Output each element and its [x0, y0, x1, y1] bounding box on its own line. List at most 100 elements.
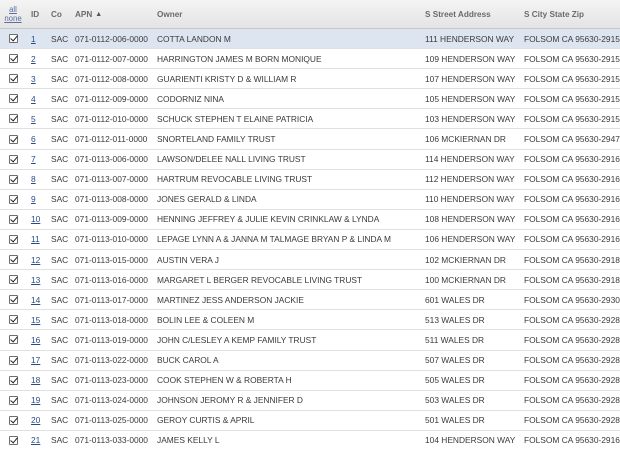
- row-checkbox[interactable]: [8, 415, 18, 425]
- row-id-link[interactable]: 12: [31, 255, 40, 265]
- table-row[interactable]: 16 SAC 071-0113-019-0000 JOHN C/LESLEY A KE…: [0, 330, 620, 351]
- row-id-link[interactable]: 11: [31, 234, 40, 244]
- table-row[interactable]: 1 SAC 071-0112-006-0000 COTTA LANDON M 111 H…: [0, 29, 620, 50]
- row-id-link[interactable]: 1: [31, 34, 36, 44]
- table-row[interactable]: 10 SAC 071-0113-009-0000 HENNING JEFFREY & …: [0, 209, 620, 230]
- row-id-link[interactable]: 14: [31, 295, 40, 305]
- column-header-owner[interactable]: Owner: [155, 10, 420, 19]
- row-id-link[interactable]: 9: [31, 194, 36, 204]
- table-row[interactable]: 20 SAC 071-0113-025-0000 GEROY CURTIS & APR…: [0, 410, 620, 431]
- row-apn: 071-0113-006-0000: [75, 154, 148, 165]
- table-row[interactable]: 4 SAC 071-0112-009-0000 CODORNIZ NINA 105 HE…: [0, 89, 620, 110]
- row-id-link[interactable]: 19: [31, 395, 40, 405]
- row-street-address: 106 HENDERSON WAY: [425, 234, 516, 245]
- row-street-address: 110 HENDERSON WAY: [425, 194, 515, 205]
- row-county: SAC: [51, 234, 69, 245]
- column-header-co[interactable]: Co: [48, 10, 71, 19]
- row-checkbox[interactable]: [8, 234, 18, 244]
- row-county: SAC: [51, 274, 69, 285]
- row-owner: AUSTIN VERA J: [157, 254, 219, 265]
- row-id-link[interactable]: 7: [31, 154, 36, 164]
- row-street-address: 111 HENDERSON WAY: [425, 33, 515, 44]
- row-id-link[interactable]: 21: [31, 435, 40, 445]
- row-owner: COTTA LANDON M: [157, 33, 231, 44]
- column-header-city-state-zip[interactable]: S City State Zip: [518, 10, 620, 19]
- table-row[interactable]: 5 SAC 071-0112-010-0000 SCHUCK STEPHEN T EL…: [0, 109, 620, 130]
- row-city-state-zip: FOLSOM CA 95630-2916: [524, 174, 620, 185]
- row-id-link[interactable]: 10: [31, 214, 40, 224]
- row-checkbox[interactable]: [8, 335, 18, 345]
- select-none-link[interactable]: none: [4, 14, 21, 23]
- row-checkbox[interactable]: [8, 295, 18, 305]
- table-row[interactable]: 8 SAC 071-0113-007-0000 HARTRUM REVOCABLE L…: [0, 169, 620, 190]
- table-row[interactable]: 17 SAC 071-0113-022-0000 BUCK CAROL A 507 WA…: [0, 350, 620, 371]
- column-header-apn-label: APN: [75, 9, 93, 19]
- table-row[interactable]: 7 SAC 071-0113-006-0000 LAWSON/DELEE NALL L…: [0, 149, 620, 170]
- row-id-link[interactable]: 4: [31, 94, 36, 104]
- row-owner: COOK STEPHEN W & ROBERTA H: [157, 375, 292, 386]
- row-checkbox[interactable]: [8, 435, 18, 445]
- row-checkbox[interactable]: [8, 214, 18, 224]
- table-row[interactable]: 11 SAC 071-0113-010-0000 LEPAGE LYNN A & JA…: [0, 229, 620, 251]
- row-street-address: 102 MCKIERNAN DR: [425, 254, 506, 265]
- table-row[interactable]: 6 SAC 071-0112-011-0000 SNORTELAND FAMILY T…: [0, 129, 620, 150]
- row-checkbox[interactable]: [8, 275, 18, 285]
- row-apn: 071-0112-006-0000: [75, 33, 148, 44]
- table-row[interactable]: 3 SAC 071-0112-008-0000 GUARIENTI KRISTY D …: [0, 69, 620, 90]
- row-id-link[interactable]: 17: [31, 355, 40, 365]
- row-checkbox[interactable]: [8, 375, 18, 385]
- row-id-link[interactable]: 13: [31, 275, 40, 285]
- row-id-link[interactable]: 18: [31, 375, 40, 385]
- row-id-link[interactable]: 3: [31, 74, 36, 84]
- row-id-link[interactable]: 8: [31, 174, 36, 184]
- table-row[interactable]: 18 SAC 071-0113-023-0000 COOK STEPHEN W & R…: [0, 370, 620, 391]
- row-checkbox[interactable]: [8, 54, 18, 64]
- column-header-id[interactable]: ID: [26, 10, 48, 19]
- row-checkbox[interactable]: [8, 395, 18, 405]
- row-checkbox[interactable]: [8, 194, 18, 204]
- row-owner: MARTINEZ JESS ANDERSON JACKIE: [157, 294, 304, 305]
- table-row[interactable]: 14 SAC 071-0113-017-0000 MARTINEZ JESS ANDE…: [0, 290, 620, 311]
- column-header-street-address[interactable]: S Street Address: [420, 10, 518, 19]
- row-id-link[interactable]: 16: [31, 335, 40, 345]
- table-row[interactable]: 9 SAC 071-0113-008-0000 JONES GERALD & LIND…: [0, 189, 620, 210]
- row-id-link[interactable]: 6: [31, 134, 36, 144]
- row-checkbox[interactable]: [8, 355, 18, 365]
- row-id-cell: 1: [26, 34, 48, 44]
- row-checkbox[interactable]: [8, 34, 18, 44]
- row-checkbox-cell: [0, 154, 26, 164]
- row-checkbox[interactable]: [8, 174, 18, 184]
- row-id-cell: 15: [26, 315, 48, 325]
- row-checkbox[interactable]: [8, 114, 18, 124]
- row-id-link[interactable]: 20: [31, 415, 40, 425]
- row-street-address: 505 WALES DR: [425, 375, 485, 386]
- table-row[interactable]: 21 SAC 071-0113-033-0000 JAMES KELLY L 104 H…: [0, 430, 620, 450]
- row-owner: BOLIN LEE & COLEEN M: [157, 314, 255, 325]
- row-checkbox-cell: [0, 335, 26, 345]
- row-checkbox[interactable]: [8, 315, 18, 325]
- table-row[interactable]: 13 SAC 071-0113-016-0000 MARGARET L BERGER …: [0, 270, 620, 291]
- row-checkbox[interactable]: [8, 134, 18, 144]
- row-checkbox[interactable]: [8, 94, 18, 104]
- column-header-apn[interactable]: APN ▲: [71, 10, 155, 19]
- row-city-state-zip: FOLSOM CA 95630-2918: [524, 254, 620, 265]
- row-apn: 071-0113-017-0000: [75, 294, 148, 305]
- table-row[interactable]: 12 SAC 071-0113-015-0000 AUSTIN VERA J 102 M…: [0, 250, 620, 271]
- row-id-link[interactable]: 2: [31, 54, 36, 64]
- row-checkbox[interactable]: [8, 255, 18, 265]
- row-apn: 071-0112-011-0000: [75, 134, 148, 145]
- row-city-state-zip: FOLSOM CA 95630-2915: [524, 113, 620, 124]
- row-apn: 071-0112-010-0000: [75, 113, 148, 124]
- table-row[interactable]: 19 SAC 071-0113-024-0000 JOHNSON JEROMY R &…: [0, 390, 620, 411]
- table-row[interactable]: 15 SAC 071-0113-018-0000 BOLIN LEE & COLEEN…: [0, 310, 620, 331]
- row-street-address: 100 MCKIERNAN DR: [425, 274, 506, 285]
- row-checkbox[interactable]: [8, 154, 18, 164]
- row-apn: 071-0112-008-0000: [75, 73, 148, 84]
- row-id-link[interactable]: 5: [31, 114, 36, 124]
- select-all-link[interactable]: all: [9, 5, 17, 14]
- row-id-link[interactable]: 15: [31, 315, 40, 325]
- row-checkbox[interactable]: [8, 74, 18, 84]
- row-county: SAC: [51, 395, 69, 406]
- table-row[interactable]: 2 SAC 071-0112-007-0000 HARRINGTON JAMES M …: [0, 49, 620, 70]
- row-id-cell: 6: [26, 134, 48, 144]
